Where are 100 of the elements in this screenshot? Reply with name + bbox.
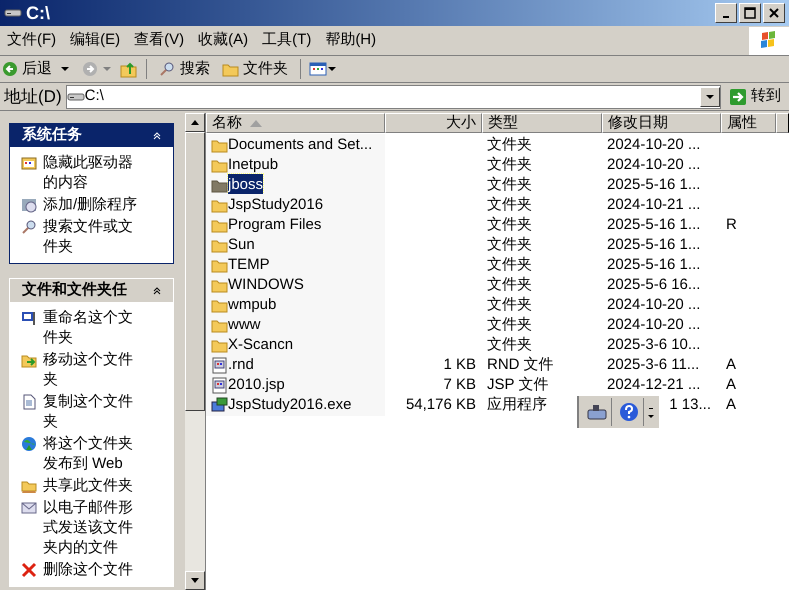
close-icon	[768, 7, 780, 19]
file-attribute: A	[726, 356, 736, 373]
file-type: 文件夹	[487, 156, 532, 173]
maximize-icon	[744, 7, 756, 19]
dropdown-arrow-icon	[102, 66, 112, 72]
file-type: RND 文件	[487, 356, 554, 373]
modified-date: 2024-10-20 ...	[607, 154, 700, 175]
menu-item[interactable]: 帮助(H)	[318, 29, 384, 52]
column-header[interactable]: 大小	[385, 113, 482, 133]
views-button[interactable]	[309, 61, 337, 77]
views-icon	[309, 61, 337, 77]
modified-date: 2025-3-6 11...	[607, 354, 700, 375]
file-type: 应用程序	[487, 396, 547, 413]
file-type: JSP 文件	[487, 376, 548, 393]
minimize-button[interactable]	[715, 3, 737, 23]
column-header[interactable]: 属性	[721, 113, 776, 133]
window-title: C:\	[26, 2, 50, 24]
file-type: 文件夹	[487, 276, 532, 293]
task-link[interactable]: 重命名这个文件夹	[43, 308, 143, 348]
back-button[interactable]: 后退	[2, 58, 52, 80]
modified-date: 2024-10-21 ...	[607, 194, 700, 215]
task-link[interactable]: 移动这个文件夹	[43, 350, 143, 390]
file-size: 54,176 KB	[406, 394, 476, 415]
document-icon	[21, 394, 37, 410]
printer-icon	[586, 403, 608, 421]
maximize-button[interactable]	[739, 3, 761, 23]
close-button[interactable]	[763, 3, 785, 23]
globe-icon	[21, 436, 37, 452]
modified-date: 2025-5-6 16...	[607, 274, 700, 295]
modified-date: 2024-10-20 ...	[607, 314, 700, 335]
scroll-up-icon[interactable]	[191, 120, 199, 125]
go-button[interactable]: 转到	[725, 85, 785, 108]
dropdown-arrow-icon	[60, 66, 70, 72]
delete-icon	[21, 562, 37, 578]
dropdown-arrow-icon	[648, 405, 654, 419]
panel-header[interactable]: 文件和文件夹任	[10, 279, 173, 302]
task-link[interactable]: 复制这个文件夹	[43, 392, 143, 432]
menu-item[interactable]: 文件(F)	[0, 29, 64, 52]
scrollbar[interactable]	[185, 113, 205, 590]
minimize-icon	[723, 16, 729, 18]
panel-header[interactable]: 系统任务	[10, 124, 173, 147]
scroll-down-icon[interactable]	[191, 578, 199, 583]
task-link[interactable]: 删除这个文件	[43, 560, 143, 580]
file-type: 文件夹	[487, 296, 532, 313]
file-name[interactable]: Sun	[228, 234, 255, 256]
collapse-chevron-icon	[153, 132, 161, 140]
window-icon	[21, 155, 37, 171]
envelope-icon	[21, 500, 37, 516]
sort-arrow-icon	[250, 120, 262, 126]
column-header[interactable]: 名称	[206, 113, 385, 133]
file-attribute: R	[726, 216, 737, 233]
modified-date: 1 13...	[669, 394, 711, 415]
file-type: 文件夹	[487, 316, 532, 333]
file-type: 文件夹	[487, 176, 532, 193]
file-attribute: A	[726, 396, 736, 413]
task-link[interactable]: 隐藏此驱动器的内容	[43, 153, 143, 193]
modified-date: 2025-5-16 1...	[607, 234, 700, 255]
arrow-right-icon	[729, 88, 747, 106]
search-button[interactable]: 搜索	[155, 58, 214, 80]
address-label: 地址(D)	[4, 86, 62, 108]
help-icon	[618, 402, 638, 422]
file-name[interactable]: www	[228, 314, 260, 336]
address-field[interactable]: C:\	[66, 84, 721, 108]
file-attribute: A	[726, 376, 736, 393]
dropdown-arrow-icon	[705, 94, 715, 100]
windows-logo-icon	[749, 26, 789, 54]
column-header[interactable]: 类型	[482, 113, 602, 133]
file-type: 文件夹	[487, 236, 532, 253]
column-header[interactable]: 修改日期	[602, 113, 721, 133]
dropdown-button[interactable]	[700, 86, 720, 106]
modified-date: 2025-3-6 10...	[607, 334, 700, 355]
folders-button[interactable]: 文件夹	[218, 58, 292, 80]
task-link[interactable]: 添加/删除程序	[43, 195, 143, 215]
modified-date: 2025-5-16 1...	[607, 174, 700, 195]
menu-item[interactable]: 查看(V)	[127, 29, 192, 52]
task-link[interactable]: 以电子邮件形式发送该文件夹内的文件	[43, 498, 143, 558]
folder-up-icon	[120, 60, 138, 78]
menu-item[interactable]: 编辑(E)	[63, 29, 128, 52]
modified-date: 2024-12-21 ...	[607, 374, 700, 395]
modified-date: 2025-5-16 1...	[607, 254, 700, 275]
scrollbar-thumb[interactable]	[185, 132, 205, 411]
file-type: 文件夹	[487, 336, 532, 353]
menu-item[interactable]: 收藏(A)	[191, 29, 256, 52]
modified-date: 2024-10-20 ...	[607, 134, 700, 155]
application-icon	[211, 396, 228, 414]
monitor-icon	[21, 310, 37, 326]
search-icon	[21, 219, 37, 235]
file-type: 文件夹	[487, 136, 532, 153]
file-type: 文件夹	[487, 196, 532, 213]
file-type: 文件夹	[487, 216, 532, 233]
modified-date: 2025-5-16 1...	[607, 214, 700, 235]
file-name[interactable]: .rnd	[228, 354, 254, 376]
task-link[interactable]: 将这个文件夹发布到 Web	[43, 434, 143, 474]
task-link[interactable]: 共享此文件夹	[43, 476, 143, 496]
task-link[interactable]: 搜索文件或文件夹	[43, 217, 143, 257]
file-size: 1 KB	[443, 354, 476, 375]
file-type: 文件夹	[487, 256, 532, 273]
collapse-chevron-icon	[153, 286, 161, 294]
modified-date: 2024-10-20 ...	[607, 294, 700, 315]
menu-item[interactable]: 工具(T)	[255, 29, 318, 52]
